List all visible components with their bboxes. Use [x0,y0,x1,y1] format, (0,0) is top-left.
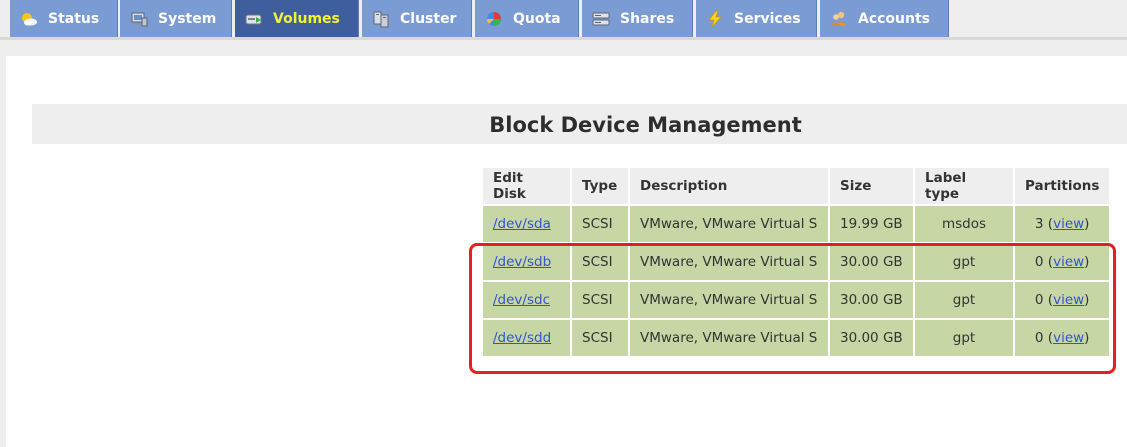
disk-link-sdc[interactable]: /dev/sdc [493,292,550,308]
description-cell: VMware, VMware Virtual S [630,244,828,280]
tab-quota[interactable]: Quota [475,0,579,37]
tab-volumes[interactable]: Volumes [235,0,359,37]
column-header-edit-disk: Edit Disk [483,168,570,204]
disk-cell: /dev/sda [483,206,570,242]
table-row: /dev/sdd SCSI VMware, VMware Virtual S 3… [483,320,1110,356]
tab-divider [0,37,1127,40]
view-partitions-link[interactable]: view [1053,216,1084,232]
status-icon [20,10,38,28]
description-cell: VMware, VMware Virtual S [630,206,828,242]
accounts-icon [830,10,848,28]
tab-services[interactable]: Services [696,0,817,37]
partitions-count: 3 [1034,216,1044,232]
label-type-cell: gpt [915,282,1013,318]
disk-link-sdd[interactable]: /dev/sdd [493,330,551,346]
column-header-label-type: Label type [915,168,1013,204]
tab-label: System [158,10,217,27]
tab-accounts[interactable]: Accounts [820,0,949,37]
tab-system[interactable]: System [120,0,232,37]
description-cell: VMware, VMware Virtual S [630,320,828,356]
size-cell: 19.99 GB [830,206,913,242]
label-type-cell: msdos [915,206,1013,242]
tab-cluster[interactable]: Cluster [362,0,472,37]
label-type-cell: gpt [915,244,1013,280]
partitions-cell: 0 (view) [1015,320,1110,356]
table-header-row: Edit Disk Type Description Size Label ty… [483,168,1110,204]
partitions-count: 0 [1034,292,1044,308]
disk-link-sdb[interactable]: /dev/sdb [493,254,551,270]
tab-label: Volumes [273,10,340,27]
table-row: /dev/sdc SCSI VMware, VMware Virtual S 3… [483,282,1110,318]
tab-label: Cluster [400,10,457,27]
view-partitions-link[interactable]: view [1053,292,1084,308]
column-header-size: Size [830,168,913,204]
title-bar: Block Device Management [32,104,1127,144]
size-cell: 30.00 GB [830,282,913,318]
partitions-cell: 0 (view) [1015,244,1110,280]
size-cell: 30.00 GB [830,320,913,356]
tab-label: Status [48,10,100,27]
type-cell: SCSI [572,320,628,356]
tab-shares[interactable]: Shares [582,0,693,37]
view-partitions-link[interactable]: view [1053,254,1084,270]
tab-bar: Status System Volumes Cluster Quota Shar… [0,0,1127,40]
partitions-cell: 0 (view) [1015,282,1110,318]
type-cell: SCSI [572,206,628,242]
tab-status[interactable]: Status [10,0,118,37]
column-header-type: Type [572,168,628,204]
label-type-cell: gpt [915,320,1013,356]
volumes-icon [245,10,263,28]
partitions-count: 0 [1034,254,1044,270]
type-cell: SCSI [572,282,628,318]
size-cell: 30.00 GB [830,244,913,280]
partitions-cell: 3 (view) [1015,206,1110,242]
view-partitions-link[interactable]: view [1053,330,1084,346]
disk-cell: /dev/sdc [483,282,570,318]
tab-label: Quota [513,10,561,27]
disk-cell: /dev/sdb [483,244,570,280]
table-row: /dev/sdb SCSI VMware, VMware Virtual S 3… [483,244,1110,280]
table-row: /dev/sda SCSI VMware, VMware Virtual S 1… [483,206,1110,242]
shares-icon [592,10,610,28]
tab-label: Accounts [858,10,931,27]
disk-cell: /dev/sdd [483,320,570,356]
type-cell: SCSI [572,244,628,280]
services-icon [706,10,724,28]
system-icon [130,10,148,28]
partitions-count: 0 [1034,330,1044,346]
disk-table: Edit Disk Type Description Size Label ty… [481,166,1111,358]
cluster-icon [372,10,390,28]
description-cell: VMware, VMware Virtual S [630,282,828,318]
column-header-description: Description [630,168,828,204]
column-header-partitions: Partitions [1015,168,1110,204]
tab-label: Shares [620,10,675,27]
tab-label: Services [734,10,801,27]
disk-link-sda[interactable]: /dev/sda [493,216,551,232]
page-title: Block Device Management [489,113,802,137]
quota-icon [485,10,503,28]
